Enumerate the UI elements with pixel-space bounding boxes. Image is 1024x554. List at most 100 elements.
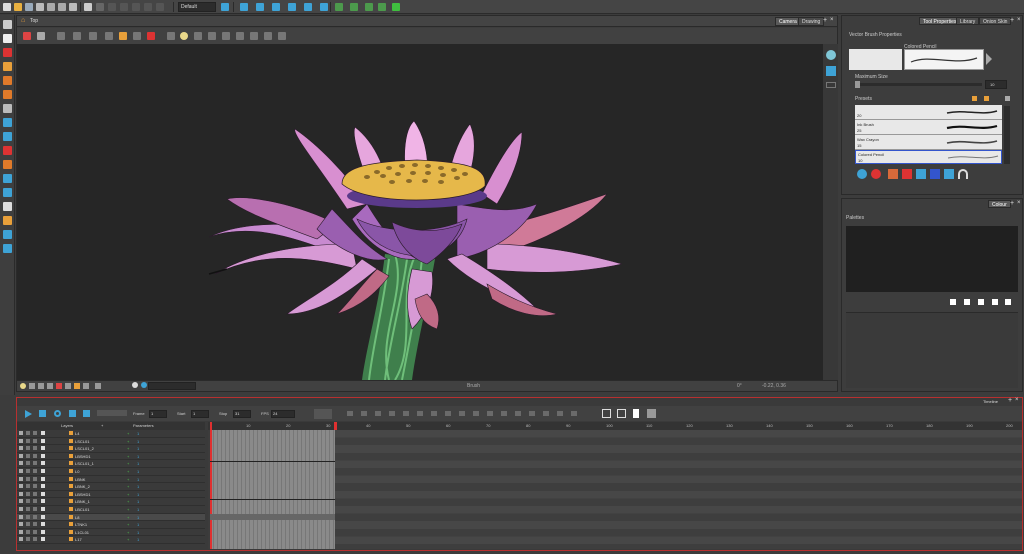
- color-icon[interactable]: [33, 431, 37, 435]
- view-settings-icon[interactable]: [37, 32, 45, 40]
- lock-icon[interactable]: [119, 32, 127, 40]
- peg-icon[interactable]: [392, 3, 400, 11]
- tab-onion-skin[interactable]: Onion Skin: [979, 17, 1012, 25]
- visibility-icon[interactable]: [19, 438, 23, 443]
- pencil-tool-icon[interactable]: [3, 62, 12, 71]
- add-param-icon[interactable]: +: [127, 476, 129, 483]
- color-icon[interactable]: [33, 453, 37, 458]
- swatch-icon[interactable]: [950, 299, 956, 305]
- add-param-icon[interactable]: +: [127, 536, 129, 543]
- lock-icon[interactable]: [26, 476, 30, 481]
- preset-item[interactable]: Ink Brush 25: [855, 120, 1002, 135]
- add-param-icon[interactable]: +: [127, 521, 129, 528]
- new-preset-icon[interactable]: [972, 96, 977, 101]
- swatches-area[interactable]: [846, 312, 1018, 388]
- brush-type-icon[interactable]: [857, 169, 867, 179]
- layer-row[interactable]: L4 +1: [17, 430, 205, 438]
- add-param-icon[interactable]: +: [127, 498, 129, 505]
- ink-tool-icon[interactable]: [3, 188, 12, 197]
- enable-icon[interactable]: [41, 522, 45, 527]
- add-param-icon[interactable]: +: [127, 483, 129, 490]
- render-icon[interactable]: [74, 383, 80, 389]
- rig-tool-icon[interactable]: [335, 3, 343, 11]
- stroke-tool-icon[interactable]: [3, 146, 12, 155]
- bulb-icon[interactable]: [20, 383, 26, 389]
- undo-icon[interactable]: [84, 3, 92, 11]
- preview-icon[interactable]: [95, 383, 101, 389]
- text-tool-icon[interactable]: [3, 104, 12, 113]
- frame-input[interactable]: 1: [149, 410, 167, 418]
- save-all-icon[interactable]: [36, 3, 44, 11]
- preset-item-selected[interactable]: Colored Pencil 10: [855, 150, 1002, 164]
- add-param-icon[interactable]: +: [127, 529, 129, 536]
- layer-row[interactable]: LBSHD1 +1: [17, 491, 205, 499]
- reset-view-icon[interactable]: [208, 32, 216, 40]
- redo-icon[interactable]: [96, 3, 104, 11]
- shape-tool-icon[interactable]: [3, 118, 12, 127]
- visibility-icon[interactable]: [19, 469, 23, 473]
- keyframe-tools[interactable]: [347, 411, 577, 416]
- frames-area[interactable]: 10 20 30 40 50 60 70 80 90 100 110 120 130 140 150 160 1…: [208, 422, 1022, 549]
- play-icon[interactable]: [25, 410, 32, 418]
- enable-icon[interactable]: [41, 529, 45, 534]
- lock-icon[interactable]: [26, 461, 30, 466]
- field-guide-icon[interactable]: [89, 32, 97, 40]
- add-param-icon[interactable]: +: [127, 468, 129, 475]
- layer-row[interactable]: LBNK_2 +1: [17, 483, 205, 491]
- workspace-preset-select[interactable]: Default: [178, 2, 216, 12]
- lock-icon[interactable]: [26, 522, 30, 527]
- close-panel-icon[interactable]: ×: [1015, 397, 1019, 403]
- layer-row[interactable]: LSCL01_1 +1: [17, 460, 205, 468]
- lock-icon[interactable]: [26, 438, 30, 443]
- visibility-icon[interactable]: [19, 484, 23, 489]
- frame-icon[interactable]: [38, 383, 44, 389]
- layer-row[interactable]: LTNK1 +1: [17, 521, 205, 529]
- new-file-icon[interactable]: [3, 3, 11, 11]
- magnet-icon[interactable]: [958, 169, 968, 179]
- texture-icon[interactable]: [871, 169, 881, 179]
- bone-icon[interactable]: [350, 3, 358, 11]
- add-param-icon[interactable]: +: [127, 514, 129, 521]
- paint-tool-icon[interactable]: [3, 90, 12, 99]
- color-icon[interactable]: [33, 529, 37, 534]
- lock-icon[interactable]: [26, 484, 30, 489]
- paste-icon[interactable]: [132, 3, 140, 11]
- slider-handle[interactable]: [855, 81, 860, 88]
- zoom-tool-icon[interactable]: [3, 230, 12, 239]
- hand-tool-icon[interactable]: [3, 202, 12, 211]
- layer-row[interactable]: LBNK +1: [17, 476, 205, 484]
- grid-icon[interactable]: [57, 32, 65, 40]
- tab-library[interactable]: Library: [956, 17, 980, 25]
- visibility-icon[interactable]: [19, 453, 23, 458]
- scale-icon[interactable]: [272, 3, 280, 11]
- add-panel-icon[interactable]: +: [1008, 397, 1012, 404]
- light-table-icon[interactable]: [133, 32, 141, 40]
- layer-row[interactable]: L8 +1: [17, 513, 205, 522]
- contour-editor-icon[interactable]: [3, 34, 12, 43]
- fit-icon[interactable]: [29, 383, 35, 389]
- max-size-input[interactable]: 10: [985, 80, 1007, 89]
- preset-item[interactable]: 20: [855, 105, 1002, 120]
- presets-scrollbar[interactable]: [1004, 106, 1010, 164]
- color-icon[interactable]: [33, 446, 37, 451]
- enable-icon[interactable]: [41, 507, 45, 511]
- set-stop-keyframe-icon[interactable]: [617, 409, 626, 418]
- view-mode-select[interactable]: [314, 409, 332, 419]
- stop-input[interactable]: 31: [233, 410, 251, 418]
- lock-icon[interactable]: [26, 529, 30, 534]
- layer-row[interactable]: LBSHD1 +1: [17, 453, 205, 461]
- delete-icon[interactable]: [144, 3, 152, 11]
- brush-preview-icon[interactable]: [147, 32, 155, 40]
- lock-icon[interactable]: [26, 431, 30, 435]
- turn-view-icon[interactable]: [167, 32, 175, 40]
- drawing-canvas[interactable]: [17, 44, 823, 380]
- palettes-list[interactable]: [846, 226, 1018, 292]
- mask-icon[interactable]: [65, 383, 71, 389]
- brush-tool-icon[interactable]: [3, 48, 12, 57]
- safe-area-icon[interactable]: [73, 32, 81, 40]
- enable-icon[interactable]: [41, 491, 45, 496]
- color-mode-icon[interactable]: [83, 383, 89, 389]
- lock-icon[interactable]: [26, 469, 30, 473]
- color-icon[interactable]: [33, 461, 37, 466]
- auto-flatten-icon[interactable]: [944, 169, 954, 179]
